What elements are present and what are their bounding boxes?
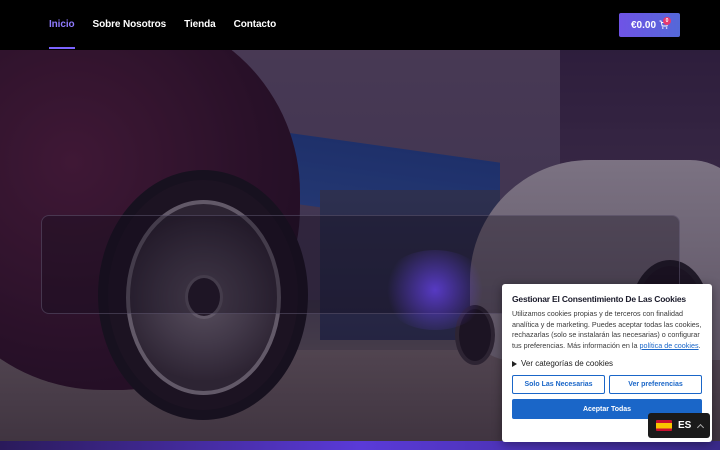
view-preferences-button[interactable]: Ver preferencias (609, 375, 702, 394)
cart-count-badge: 0 (663, 17, 671, 25)
nav-item-inicio[interactable]: Inicio (49, 0, 75, 50)
language-switcher[interactable]: ES (648, 413, 710, 438)
nav-item-tienda[interactable]: Tienda (184, 0, 216, 50)
chevron-up-icon (697, 423, 705, 431)
hero-glow (380, 250, 490, 330)
disclosure-triangle-icon (512, 360, 517, 367)
cart-button[interactable]: €0.00 (619, 13, 680, 37)
spain-flag-icon (656, 420, 672, 431)
cookie-dialog-text: Utilizamos cookies propias y de terceros… (512, 309, 702, 351)
cookie-button-row: Solo Las Necesarias Ver preferencias (512, 375, 702, 394)
cookie-categories-toggle[interactable]: Ver categorías de cookies (512, 359, 702, 368)
bottom-gradient-bar (0, 441, 720, 450)
only-necessary-button[interactable]: Solo Las Necesarias (512, 375, 605, 394)
cart-amount: €0.00 (631, 19, 657, 31)
language-code: ES (678, 420, 692, 431)
main-nav: Inicio Sobre Nosotros Tienda Contacto (49, 0, 276, 50)
nav-item-contacto[interactable]: Contacto (234, 0, 277, 50)
cookie-dialog-text-end: . (698, 340, 701, 350)
site-header: Inicio Sobre Nosotros Tienda Contacto €0… (0, 0, 720, 50)
nav-item-sobre-nosotros[interactable]: Sobre Nosotros (93, 0, 167, 50)
cookie-categories-label: Ver categorías de cookies (521, 359, 614, 368)
cookie-dialog-title: Gestionar El Consentimiento De Las Cooki… (512, 294, 686, 304)
cookie-policy-link[interactable]: política de cookies (639, 341, 698, 350)
